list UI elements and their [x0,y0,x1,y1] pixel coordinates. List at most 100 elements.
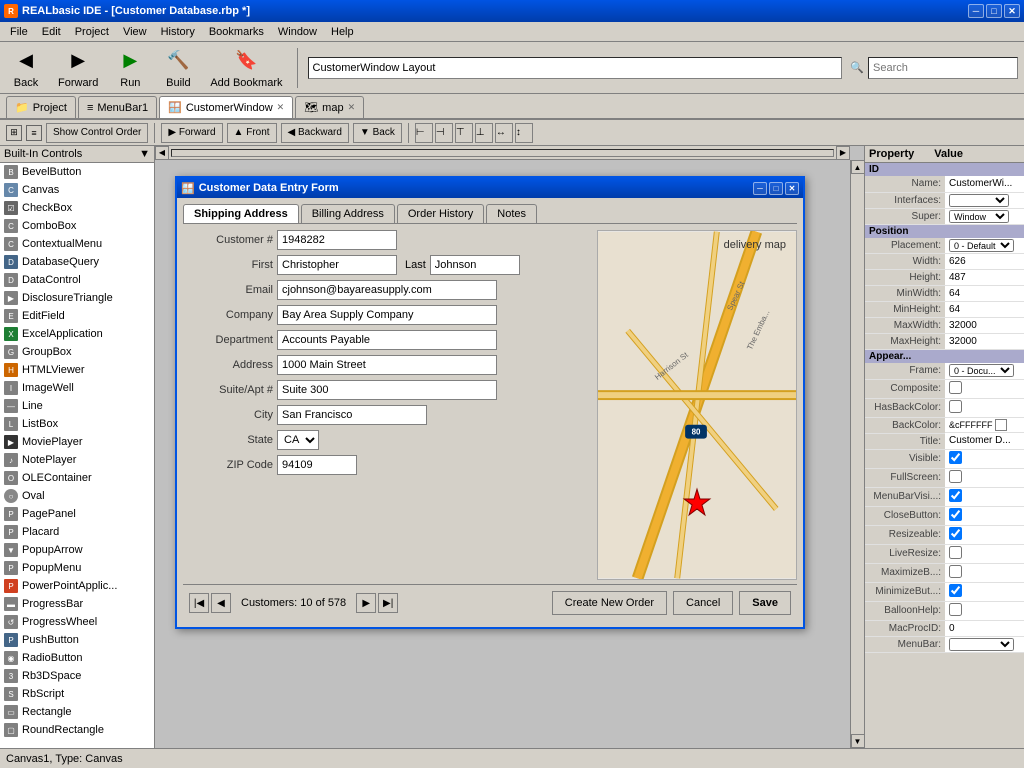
sidebar-item-line[interactable]: — Line [0,397,154,415]
tab-menubar1[interactable]: ≡ MenuBar1 [78,96,157,118]
macprocid-prop-value[interactable]: 0 [945,620,1024,636]
sidebar-item-progressbar[interactable]: ▬ ProgressBar [0,595,154,613]
width-prop-value[interactable]: 626 [945,254,1024,270]
maximize-button[interactable]: □ [986,4,1002,18]
sidebar-item-olecontainer[interactable]: O OLEContainer [0,469,154,487]
sidebar-item-bevelbutton[interactable]: B BevelButton [0,163,154,181]
visible-prop-value[interactable] [945,449,1024,468]
align-center-button[interactable]: ⊣ [435,123,453,143]
tab-customerwindow[interactable]: 🪟 CustomerWindow ✕ [159,96,293,118]
customer-num-input[interactable] [277,230,397,250]
sidebar-item-checkbox[interactable]: ☑ CheckBox [0,199,154,217]
city-input[interactable] [277,405,427,425]
tab-billing-address[interactable]: Billing Address [301,204,395,223]
first-name-input[interactable] [277,255,397,275]
grid-view-button[interactable]: ⊞ [6,125,22,141]
sidebar-item-htmlviewer[interactable]: H HTMLViewer [0,361,154,379]
sidebar-item-roundrectangle[interactable]: ▢ RoundRectangle [0,721,154,739]
menu-history[interactable]: History [155,24,201,40]
frame-prop-value[interactable]: 0 - Docu... [945,363,1024,379]
resizeable-prop-value[interactable] [945,525,1024,544]
menu-bookmarks[interactable]: Bookmarks [203,24,270,40]
sidebar-item-groupbox[interactable]: G GroupBox [0,343,154,361]
sidebar-item-databasequery[interactable]: D DatabaseQuery [0,253,154,271]
v-scrollbar[interactable]: ▲ ▼ [850,160,864,748]
minimizebtn-checkbox[interactable] [949,584,962,597]
hasbackcolor-prop-value[interactable] [945,398,1024,417]
minwidth-prop-value[interactable]: 64 [945,286,1024,302]
hasbackcolor-checkbox[interactable] [949,400,962,413]
placement-prop-value[interactable]: 0 - Default [945,238,1024,254]
balloonhelp-prop-value[interactable] [945,601,1024,620]
back-button[interactable]: ◀ Back [6,45,46,91]
modal-minimize-button[interactable]: ─ [753,182,767,195]
sidebar-item-disclosuretriangle[interactable]: ▶ DisclosureTriangle [0,289,154,307]
name-prop-value[interactable]: CustomerWi... [945,176,1024,192]
tab-map[interactable]: 🗺 map ✕ [295,96,364,118]
closebutton-checkbox[interactable] [949,508,962,521]
frame-select[interactable]: 0 - Docu... [949,364,1014,377]
interfaces-prop-value[interactable] [945,192,1024,208]
visible-checkbox[interactable] [949,451,962,464]
super-select[interactable]: Window [949,210,1009,223]
email-input[interactable] [277,280,497,300]
backward-order-button[interactable]: ◀ Backward [281,123,349,143]
h-scroll-left[interactable]: ◀ [155,146,169,160]
nav-first-button[interactable]: |◀ [189,593,209,613]
fullscreen-checkbox[interactable] [949,470,962,483]
sidebar-item-powerpointapp[interactable]: P PowerPointApplic... [0,577,154,595]
placement-select[interactable]: 0 - Default [949,239,1014,252]
h-scrollbar[interactable]: ◀ ▶ [155,146,850,160]
nav-last-button[interactable]: ▶| [378,593,398,613]
menubarvisible-prop-value[interactable] [945,487,1024,506]
super-prop-value[interactable]: Window [945,208,1024,224]
tab-shipping-address[interactable]: Shipping Address [183,204,299,223]
menu-edit[interactable]: Edit [36,24,67,40]
last-name-input[interactable] [430,255,520,275]
menu-view[interactable]: View [117,24,153,40]
minimizebtn-prop-value[interactable] [945,582,1024,601]
modal-maximize-button[interactable]: □ [769,182,783,195]
closebutton-prop-value[interactable] [945,506,1024,525]
sidebar-item-oval[interactable]: ○ Oval [0,487,154,505]
tab-order-history[interactable]: Order History [397,204,484,223]
distribute-v-button[interactable]: ↕ [515,123,533,143]
distribute-h-button[interactable]: ↔ [495,123,513,143]
sidebar-item-pagepanel[interactable]: P PagePanel [0,505,154,523]
sidebar-item-listbox[interactable]: L ListBox [0,415,154,433]
cancel-button[interactable]: Cancel [673,591,733,615]
height-prop-value[interactable]: 487 [945,270,1024,286]
forward-order-button[interactable]: ▶ Forward [161,123,222,143]
menubarvisible-checkbox[interactable] [949,489,962,502]
sidebar-item-popuparrow[interactable]: ▼ PopupArrow [0,541,154,559]
front-order-button[interactable]: ▲ Front [227,123,277,143]
composite-checkbox[interactable] [949,381,962,394]
v-scroll-up[interactable]: ▲ [851,160,865,174]
sidebar-item-movieplayer[interactable]: ▶ MoviePlayer [0,433,154,451]
state-select[interactable]: CA NY TX [277,430,319,450]
maximizebtn-checkbox[interactable] [949,565,962,578]
sidebar-item-editfield[interactable]: E EditField [0,307,154,325]
sidebar-item-noteplayer[interactable]: ♪ NotePlayer [0,451,154,469]
zip-input[interactable] [277,455,357,475]
balloonhelp-checkbox[interactable] [949,603,962,616]
fullscreen-prop-value[interactable] [945,468,1024,487]
location-input[interactable]: CustomerWindow Layout [313,62,838,74]
sidebar-item-excelapplication[interactable]: X ExcelApplication [0,325,154,343]
h-scroll-right[interactable]: ▶ [836,146,850,160]
sidebar-item-rbscript[interactable]: S RbScript [0,685,154,703]
nav-prev-button[interactable]: ◀ [211,593,231,613]
align-top-button[interactable]: ⊥ [475,123,493,143]
sidebar-item-combobox[interactable]: C ComboBox [0,217,154,235]
liveresize-checkbox[interactable] [949,546,962,559]
close-button[interactable]: ✕ [1004,4,1020,18]
sidebar-item-canvas[interactable]: C Canvas [0,181,154,199]
sidebar-item-contextualmenu[interactable]: C ContextualMenu [0,235,154,253]
menu-help[interactable]: Help [325,24,360,40]
company-input[interactable] [277,305,497,325]
backcolor-swatch[interactable] [995,419,1007,431]
address-input[interactable] [277,355,497,375]
create-new-order-button[interactable]: Create New Order [552,591,667,615]
maxheight-prop-value[interactable]: 32000 [945,334,1024,350]
menu-window[interactable]: Window [272,24,323,40]
